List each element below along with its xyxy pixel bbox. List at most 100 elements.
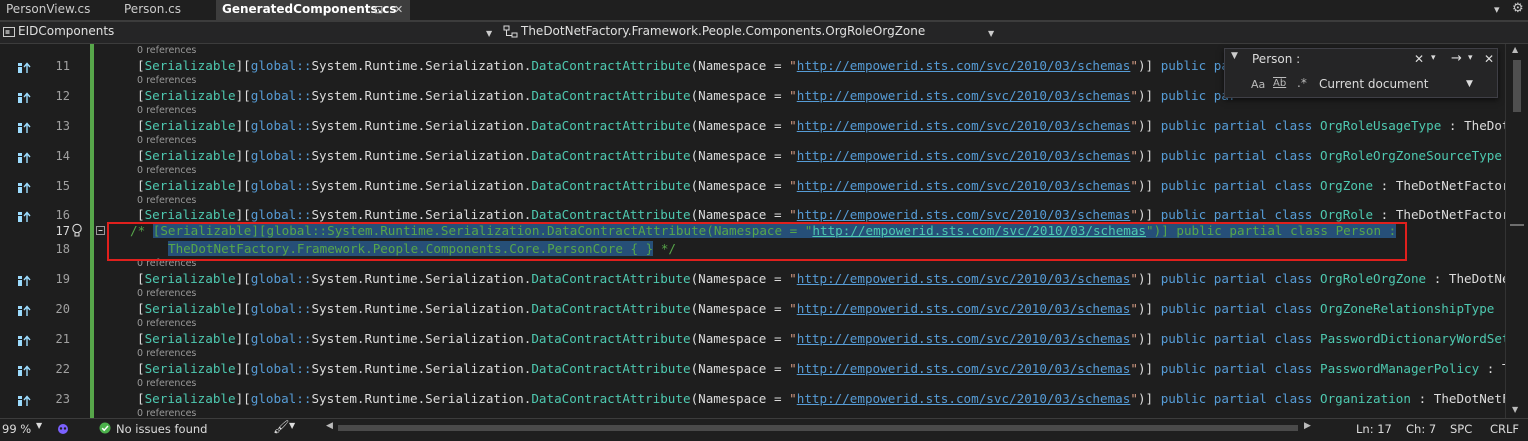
line-number: 19	[55, 272, 70, 286]
override-icon[interactable]	[17, 62, 31, 74]
member-dropdown[interactable]	[1004, 24, 1224, 42]
line-number: 12	[55, 89, 70, 103]
scroll-down-icon[interactable]: ▼	[1512, 405, 1518, 414]
search-scope-dropdown[interactable]: Current document	[1319, 77, 1428, 91]
cleanup-dropdown-icon[interactable]: ▼	[289, 421, 295, 430]
match-case-icon[interactable]: Aa	[1251, 78, 1265, 91]
line-number: 22	[55, 362, 70, 376]
line-number: 21	[55, 332, 70, 346]
horizontal-scroll-thumb[interactable]	[338, 425, 1298, 431]
scroll-up-icon[interactable]: ▲	[1512, 45, 1518, 54]
override-icon[interactable]	[17, 182, 31, 194]
codelens-references[interactable]: 0 references	[137, 165, 196, 176]
document-tab-bar: PersonView.cs Person.cs GeneratedCompone…	[0, 0, 1528, 22]
code-line: [Serializable][global::System.Runtime.Se…	[137, 118, 1510, 133]
override-icon[interactable]	[17, 152, 31, 164]
horizontal-scrollbar[interactable]: ◀ ▶	[326, 421, 1316, 433]
issues-status[interactable]: No issues found	[116, 422, 207, 436]
find-widget: ▼ Person : ✕ ▾ → ▾ ✕ Aa Ab .* Current do…	[1224, 48, 1498, 98]
scroll-right-icon[interactable]: ▶	[1304, 421, 1311, 431]
whitespace-indicator[interactable]: SPC	[1450, 422, 1472, 436]
line-number: 16	[55, 208, 70, 222]
class-icon	[503, 25, 518, 38]
line-number: 11	[55, 59, 70, 73]
gear-icon[interactable]: ⚙	[1512, 1, 1524, 16]
clear-search-icon[interactable]: ✕	[1414, 52, 1424, 66]
toggle-replace-icon[interactable]: ▼	[1231, 51, 1238, 61]
scroll-left-icon[interactable]: ◀	[326, 421, 333, 431]
column-indicator[interactable]: Ch: 7	[1406, 422, 1436, 436]
codelens-references[interactable]: 0 references	[137, 408, 196, 418]
close-find-icon[interactable]: ✕	[1484, 52, 1494, 66]
chevron-down-icon: ▼	[486, 29, 493, 38]
tab-person[interactable]: Person.cs	[118, 0, 216, 20]
chevron-down-icon: ▼	[988, 29, 995, 38]
navigation-bar: EIDComponents ▼ TheDotNetFactory.Framewo…	[0, 22, 1528, 44]
codelens-references[interactable]: 0 references	[137, 348, 196, 359]
csharp-project-icon	[3, 27, 15, 37]
line-number: 20	[55, 302, 70, 316]
project-name: EIDComponents	[18, 24, 115, 38]
codelens-references[interactable]: 0 references	[137, 105, 196, 116]
line-indicator[interactable]: Ln: 17	[1356, 422, 1392, 436]
codelens-references[interactable]: 0 references	[137, 378, 196, 389]
find-next-options-icon[interactable]: ▾	[1468, 53, 1473, 63]
type-dropdown[interactable]: TheDotNetFactory.Framework.People.Compon…	[500, 24, 1000, 42]
zoom-level[interactable]: 99 %	[2, 422, 31, 436]
code-line: [Serializable][global::System.Runtime.Se…	[137, 88, 1237, 103]
vertical-scrollbar[interactable]: ▲ ▼	[1505, 44, 1528, 418]
line-number: 23	[55, 392, 70, 406]
line-number: 18	[55, 242, 70, 256]
scroll-thumb[interactable]	[1513, 60, 1521, 112]
check-circle-icon	[99, 422, 111, 434]
tab-label: Person.cs	[124, 2, 181, 16]
close-tab-icon[interactable]: ✕	[394, 3, 403, 16]
code-line: [Serializable][global::System.Runtime.Se…	[137, 361, 1510, 376]
code-line: [Serializable][global::System.Runtime.Se…	[137, 58, 1237, 73]
regex-icon[interactable]: .*	[1297, 76, 1307, 90]
code-line: [Serializable][global::System.Runtime.Se…	[137, 178, 1510, 193]
line-number: 13	[55, 119, 70, 133]
override-icon[interactable]	[17, 335, 31, 347]
type-name: TheDotNetFactory.Framework.People.Compon…	[521, 24, 926, 38]
project-dropdown[interactable]: EIDComponents ▼	[0, 24, 496, 42]
code-line: [Serializable][global::System.Runtime.Se…	[137, 148, 1502, 163]
override-icon[interactable]	[17, 395, 31, 407]
code-line: [Serializable][global::System.Runtime.Se…	[137, 207, 1510, 222]
change-tracking-bar	[90, 44, 94, 418]
code-line: [Serializable][global::System.Runtime.Se…	[137, 301, 1510, 316]
override-icon[interactable]	[17, 211, 31, 223]
override-icon[interactable]	[17, 122, 31, 134]
copilot-icon[interactable]	[56, 422, 70, 436]
codelens-references[interactable]: 0 references	[137, 195, 196, 206]
code-line: [Serializable][global::System.Runtime.Se…	[137, 271, 1510, 286]
tab-personview[interactable]: PersonView.cs	[0, 0, 118, 20]
override-icon[interactable]	[17, 275, 31, 287]
pin-icon[interactable]: ⊡	[374, 3, 383, 16]
status-bar: 99 % ▼ No issues found 🖌 ▼ ◀ ▶ Ln: 17 Ch…	[0, 418, 1528, 441]
override-icon[interactable]	[17, 92, 31, 104]
find-input[interactable]: Person :	[1252, 52, 1300, 66]
line-ending-indicator[interactable]: CRLF	[1490, 422, 1519, 436]
override-icon[interactable]	[17, 305, 31, 317]
collapse-region-icon[interactable]	[96, 226, 106, 236]
tab-overflow-icon[interactable]: ▾	[1494, 3, 1500, 16]
tab-generatedcomponents[interactable]: GeneratedComponents.cs ⊡ ✕	[216, 0, 410, 20]
codelens-references[interactable]: 0 references	[137, 75, 196, 86]
lightbulb-icon[interactable]	[71, 223, 83, 238]
override-icon[interactable]	[17, 365, 31, 377]
search-options-icon[interactable]: ▾	[1431, 53, 1436, 63]
code-line: [Serializable][global::System.Runtime.Se…	[137, 331, 1510, 346]
line-number: 15	[55, 179, 70, 193]
codelens-references[interactable]: 0 references	[137, 45, 196, 56]
chevron-down-icon[interactable]: ▼	[1466, 79, 1473, 89]
codelens-references[interactable]: 0 references	[137, 288, 196, 299]
whole-word-icon[interactable]: Ab	[1273, 78, 1286, 89]
find-next-icon[interactable]: →	[1451, 51, 1462, 66]
line-number-current: 17	[55, 224, 70, 238]
codelens-references[interactable]: 0 references	[137, 318, 196, 329]
codelens-references[interactable]: 0 references	[137, 135, 196, 146]
zoom-dropdown-icon[interactable]: ▼	[36, 421, 42, 430]
code-cleanup-icon[interactable]: 🖌	[273, 420, 290, 435]
line-number: 14	[55, 149, 70, 163]
